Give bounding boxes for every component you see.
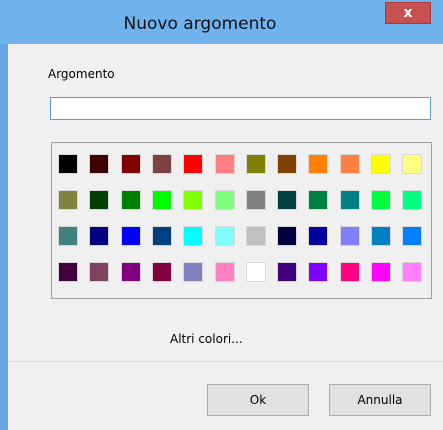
color-swatch[interactable] [152,190,172,210]
color-swatch[interactable] [371,190,391,210]
color-swatch[interactable] [121,190,141,210]
color-swatch[interactable] [121,154,141,174]
dialog-title: Nuovo argomento [123,14,277,34]
color-swatch[interactable] [58,190,78,210]
color-swatch[interactable] [246,190,266,210]
color-swatch[interactable] [277,154,297,174]
ok-button[interactable]: Ok [207,384,309,416]
color-swatch[interactable] [89,190,109,210]
color-swatch[interactable] [215,154,235,174]
more-colors-link[interactable]: Altri colori... [170,332,243,346]
color-swatch[interactable] [340,262,360,282]
color-swatch[interactable] [371,154,391,174]
color-swatch[interactable] [183,190,203,210]
color-swatch[interactable] [402,226,422,246]
color-swatch[interactable] [89,154,109,174]
color-swatch[interactable] [308,190,328,210]
color-swatch[interactable] [308,262,328,282]
color-swatch[interactable] [152,226,172,246]
color-swatch[interactable] [121,262,141,282]
color-swatch[interactable] [58,262,78,282]
color-swatch[interactable] [215,262,235,282]
title-bar[interactable]: Nuovo argomento x [0,0,443,44]
color-swatch[interactable] [277,226,297,246]
color-swatch[interactable] [89,226,109,246]
color-swatch[interactable] [246,226,266,246]
color-swatch[interactable] [246,154,266,174]
separator [8,361,443,362]
color-swatch[interactable] [183,154,203,174]
dialog-window: Nuovo argomento x Argomento Altri colori… [0,0,443,430]
color-swatch[interactable] [371,226,391,246]
color-swatch[interactable] [340,226,360,246]
close-button[interactable]: x [385,2,431,24]
color-swatch[interactable] [183,262,203,282]
color-swatch[interactable] [340,190,360,210]
argument-label: Argomento [48,67,115,81]
cancel-button[interactable]: Annulla [329,384,431,416]
argument-input[interactable] [50,97,431,120]
dialog-body: Argomento Altri colori... Ok Annulla [8,44,443,430]
color-swatch[interactable] [121,226,141,246]
color-palette [51,142,432,299]
color-swatch[interactable] [246,262,266,282]
color-swatch[interactable] [277,262,297,282]
color-swatch[interactable] [308,154,328,174]
close-icon: x [403,5,413,21]
color-swatch[interactable] [215,226,235,246]
color-swatch[interactable] [89,262,109,282]
color-swatch[interactable] [402,154,422,174]
color-swatch[interactable] [371,262,391,282]
color-swatch[interactable] [308,226,328,246]
color-swatch[interactable] [152,262,172,282]
color-swatch[interactable] [340,154,360,174]
color-swatch[interactable] [58,154,78,174]
color-swatch[interactable] [402,190,422,210]
color-swatch[interactable] [215,190,235,210]
color-swatch[interactable] [152,154,172,174]
color-swatch[interactable] [277,190,297,210]
color-swatch[interactable] [183,226,203,246]
color-swatch[interactable] [402,262,422,282]
color-swatch[interactable] [58,226,78,246]
